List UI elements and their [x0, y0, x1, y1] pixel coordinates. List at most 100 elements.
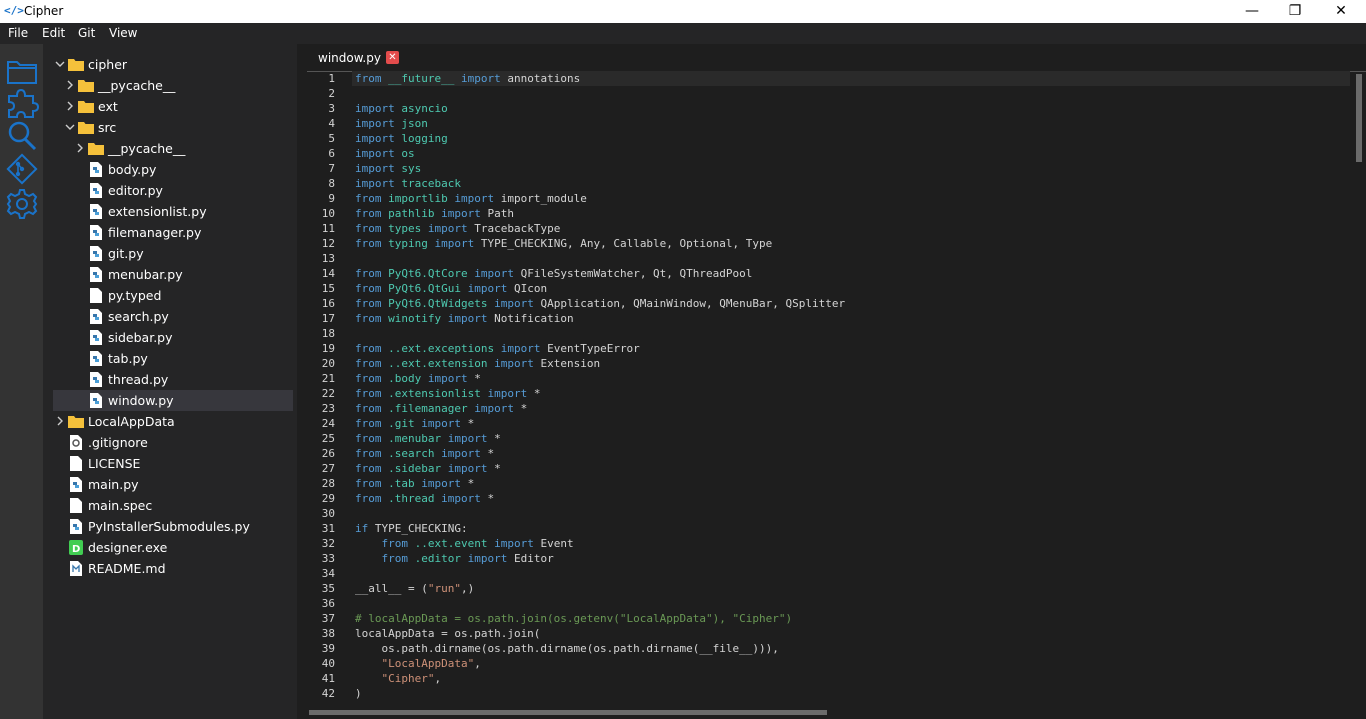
tree-folder[interactable]: __pycache__ [53, 75, 293, 96]
code-line[interactable]: 3 import asyncio [307, 101, 1353, 116]
python-file-icon [90, 267, 102, 282]
code-line[interactable]: 17 from winotify import Notification [307, 311, 1353, 326]
tree-file[interactable]: Ddesigner.exe [53, 537, 293, 558]
gear-icon[interactable] [5, 187, 39, 221]
chevron-right-icon[interactable] [55, 416, 65, 426]
tree-file[interactable]: thread.py [53, 369, 293, 390]
code-line[interactable]: 20 from ..ext.extension import Extension [307, 356, 1353, 371]
code-line[interactable]: 9 from importlib import import_module [307, 191, 1353, 206]
puzzle-icon[interactable] [5, 86, 39, 120]
menu-bar: File Edit Git View [0, 23, 1366, 44]
code-line[interactable]: 18 [307, 326, 1353, 341]
code-line[interactable]: 10 from pathlib import Path [307, 206, 1353, 221]
chevron-down-icon[interactable] [65, 122, 75, 132]
tree-file[interactable]: main.spec [53, 495, 293, 516]
python-file-icon [90, 309, 102, 324]
code-line[interactable]: 15 from PyQt6.QtGui import QIcon [307, 281, 1353, 296]
code-line[interactable]: 4 import json [307, 116, 1353, 131]
menu-file[interactable]: File [8, 26, 28, 40]
tree-file[interactable]: LICENSE [53, 453, 293, 474]
search-icon[interactable] [5, 119, 39, 153]
maximize-button[interactable]: ❐ [1272, 0, 1318, 23]
code-line[interactable]: 14 from PyQt6.QtCore import QFileSystemWa… [307, 266, 1353, 281]
code-line[interactable]: 19 from ..ext.exceptions import EventType… [307, 341, 1353, 356]
code-line[interactable]: 32 from ..ext.event import Event [307, 536, 1353, 551]
code-line[interactable]: 37 # localAppData = os.path.join(os.geten… [307, 611, 1353, 626]
code-line[interactable]: 24 from .git import * [307, 416, 1353, 431]
code-line[interactable]: 12 from typing import TYPE_CHECKING, Any,… [307, 236, 1353, 251]
code-line[interactable]: 33 from .editor import Editor [307, 551, 1353, 566]
tree-file[interactable]: filemanager.py [53, 222, 293, 243]
code-line[interactable]: 28 from .tab import * [307, 476, 1353, 491]
code-line[interactable]: 25 from .menubar import * [307, 431, 1353, 446]
tree-file[interactable]: body.py [53, 159, 293, 180]
tree-file[interactable]: extensionlist.py [53, 201, 293, 222]
chevron-right-icon[interactable] [65, 80, 75, 90]
code-line[interactable]: 35 __all__ = ("run",) [307, 581, 1353, 596]
code-line[interactable]: 31 if TYPE_CHECKING: [307, 521, 1353, 536]
code-line[interactable]: 40 "LocalAppData", [307, 656, 1353, 671]
code-line[interactable]: 1 from __future__ import annotations [307, 71, 1353, 86]
code-line[interactable]: 34 [307, 566, 1353, 581]
tree-file[interactable]: sidebar.py [53, 327, 293, 348]
tree-file[interactable]: tab.py [53, 348, 293, 369]
code-line[interactable]: 39 os.path.dirname(os.path.dirname(os.pa… [307, 641, 1353, 656]
code-line[interactable]: 2 [307, 86, 1353, 101]
code-line[interactable]: 6 import os [307, 146, 1353, 161]
code-line[interactable]: 23 from .filemanager import * [307, 401, 1353, 416]
code-line[interactable]: 11 from types import TracebackType [307, 221, 1353, 236]
tab-window-py[interactable]: window.py [318, 51, 381, 65]
tree-file[interactable]: editor.py [53, 180, 293, 201]
code-line[interactable]: 26 from .search import * [307, 446, 1353, 461]
code-line[interactable]: 5 import logging [307, 131, 1353, 146]
git-icon[interactable] [5, 152, 39, 186]
code-line[interactable]: 22 from .extensionlist import * [307, 386, 1353, 401]
code-text: from ..ext.extension import Extension [355, 356, 600, 371]
tree-folder[interactable]: __pycache__ [53, 138, 293, 159]
tree-file[interactable]: .gitignore [53, 432, 293, 453]
vertical-scrollbar[interactable] [1356, 74, 1362, 162]
horizontal-scrollbar[interactable] [309, 710, 827, 715]
code-area[interactable]: 1 from __future__ import annotations 2 3 imp… [307, 71, 1353, 707]
code-line[interactable]: 38 localAppData = os.path.join( [307, 626, 1353, 641]
tree-folder[interactable]: cipher [53, 54, 293, 75]
tree-item-label: thread.py [108, 372, 169, 387]
tree-file[interactable]: py.typed [53, 285, 293, 306]
code-line[interactable]: 42) [307, 686, 1353, 701]
code-line[interactable]: 8 import traceback [307, 176, 1353, 191]
code-token: import [441, 492, 481, 505]
chevron-right-icon[interactable] [65, 101, 75, 111]
code-token: import [355, 117, 395, 130]
code-line[interactable]: 36 [307, 596, 1353, 611]
code-line[interactable]: 13 [307, 251, 1353, 266]
menu-edit[interactable]: Edit [42, 26, 65, 40]
menu-view[interactable]: View [109, 26, 137, 40]
code-line[interactable]: 27 from .sidebar import * [307, 461, 1353, 476]
minimize-button[interactable]: — [1229, 0, 1275, 23]
code-line[interactable]: 21 from .body import * [307, 371, 1353, 386]
close-window-button[interactable]: ✕ [1318, 0, 1364, 23]
code-line[interactable]: 7 import sys [307, 161, 1353, 176]
chevron-right-icon[interactable] [75, 143, 85, 153]
tree-file[interactable]: main.py [53, 474, 293, 495]
tree-file[interactable]: PyInstallerSubmodules.py [53, 516, 293, 537]
code-line[interactable]: 29 from .thread import * [307, 491, 1353, 506]
tree-file[interactable]: git.py [53, 243, 293, 264]
code-text: from PyQt6.QtGui import QIcon [355, 281, 547, 296]
code-line[interactable]: 30 [307, 506, 1353, 521]
tree-folder[interactable]: LocalAppData [53, 411, 293, 432]
tree-file[interactable]: README.md [53, 558, 293, 579]
chevron-down-icon[interactable] [55, 59, 65, 69]
tree-file[interactable]: search.py [53, 306, 293, 327]
menu-git[interactable]: Git [78, 26, 95, 40]
tree-file[interactable]: window.py [53, 390, 293, 411]
tree-folder[interactable]: src [53, 117, 293, 138]
close-tab-icon[interactable]: ✕ [386, 51, 399, 64]
code-line[interactable]: 41 "Cipher", [307, 671, 1353, 686]
tree-file[interactable]: menubar.py [53, 264, 293, 285]
folder-icon[interactable] [5, 54, 39, 88]
code-token: import [494, 537, 534, 550]
tree-folder[interactable]: ext [53, 96, 293, 117]
python-file-icon [70, 477, 82, 492]
code-line[interactable]: 16 from PyQt6.QtWidgets import QApplicati… [307, 296, 1353, 311]
